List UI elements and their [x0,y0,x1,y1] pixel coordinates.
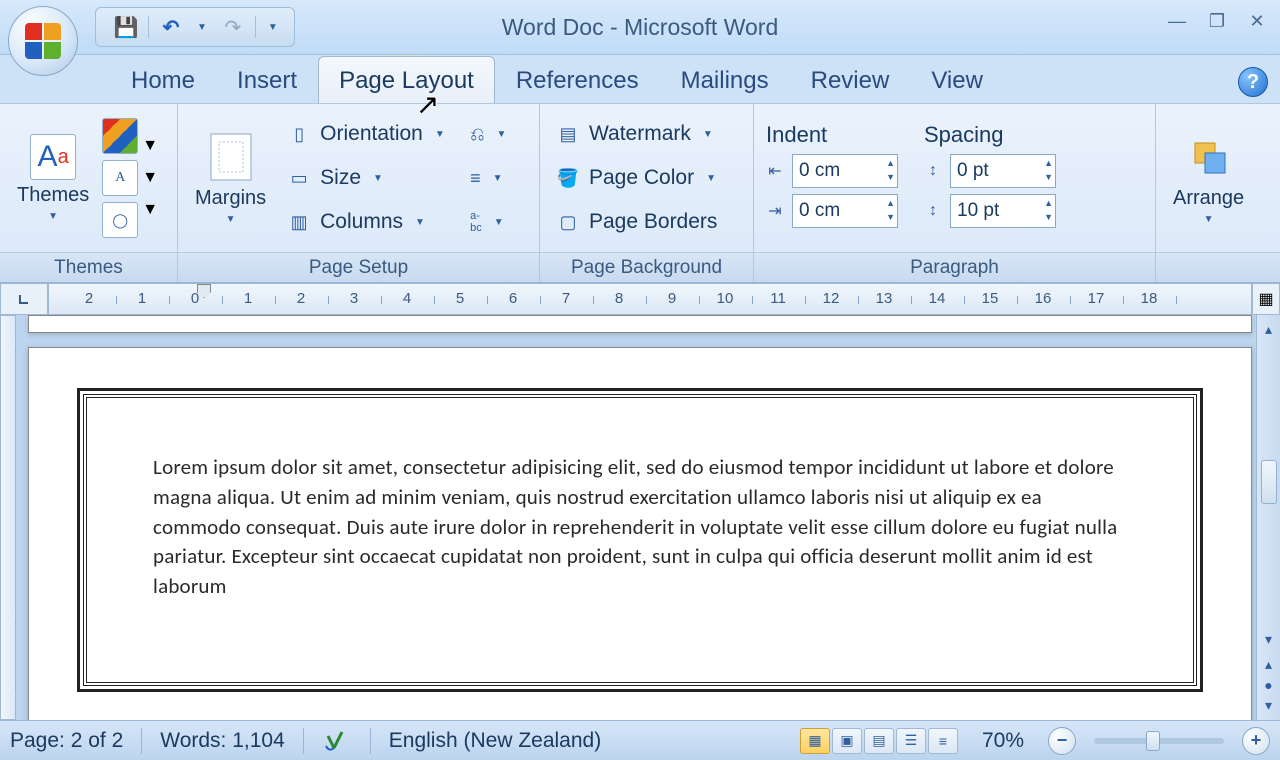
undo-button[interactable]: ↶ [157,13,185,41]
ruler-vertical[interactable]: 21123 [0,315,16,720]
theme-colors-dropdown[interactable]: ▼ [142,137,158,155]
view-ruler-toggle[interactable]: ▦ [1252,283,1280,315]
next-page-icon[interactable]: ▾ [1265,697,1272,714]
status-language[interactable]: English (New Zealand) [389,729,601,753]
indent-left-input[interactable]: 0 cm▲▼ [792,154,898,188]
zoom-slider[interactable] [1094,738,1224,744]
theme-effects-dropdown[interactable]: ▼ [142,201,158,219]
orientation-icon: ▯ [286,121,312,147]
status-spellcheck-icon[interactable] [322,728,352,754]
window-title: Word Doc - Microsoft Word [502,14,778,41]
breaks-icon: ⎌ [470,121,484,147]
margins-icon [205,131,257,183]
view-web-layout[interactable]: ▤ [864,728,894,754]
group-themes-label: Themes [0,252,177,282]
zoom-percent[interactable]: 70% [982,729,1024,753]
indent-heading: Indent [762,122,898,148]
indent-right-icon: ⇥ [762,200,788,222]
group-arrange-label [1156,252,1280,282]
save-button[interactable]: 💾 [112,13,140,41]
tab-references[interactable]: References [495,56,660,103]
zoom-in-button[interactable]: + [1242,727,1270,755]
document-page[interactable]: Lorem ipsum dolor sit amet, consectetur … [28,347,1252,720]
vertical-scrollbar[interactable]: ▴ ▾ ▴ ● ▾ [1256,315,1280,720]
watermark-icon: ▤ [555,121,581,147]
hyphenation-icon: a-bc [470,209,482,235]
group-paragraph-label: Paragraph [754,252,1155,282]
office-logo-icon [25,23,61,59]
group-pagesetup-label: Page Setup [178,252,539,282]
tab-view[interactable]: View [910,56,1004,103]
qat-customize[interactable]: ▼ [264,18,282,37]
view-full-screen[interactable]: ▣ [832,728,862,754]
size-button[interactable]: ▭Size▼ [279,159,459,197]
themes-icon: Aa [30,134,76,180]
arrange-label: Arrange [1173,187,1244,210]
status-page[interactable]: Page: 2 of 2 [10,729,123,753]
tab-mailings[interactable]: Mailings [660,56,790,103]
tab-selector[interactable] [0,283,48,315]
help-button[interactable]: ? [1238,67,1268,97]
redo-button[interactable]: ↷ [219,13,247,41]
indent-left-icon: ⇤ [762,160,788,182]
page-borders-icon: ▢ [555,209,581,235]
tab-insert[interactable]: Insert [216,56,318,103]
document-body-text[interactable]: Lorem ipsum dolor sit amet, consectetur … [153,453,1127,602]
size-icon: ▭ [286,165,312,191]
quick-access-toolbar: 💾 ↶ ▼ ↷ ▼ [95,7,295,47]
arrange-button[interactable]: Arrange ▼ [1164,113,1253,243]
themes-button[interactable]: Aa Themes ▼ [8,113,98,243]
zoom-slider-thumb[interactable] [1146,731,1160,751]
status-words[interactable]: Words: 1,104 [160,729,285,753]
breaks-button[interactable]: ⎌▼ [463,115,507,153]
close-button[interactable]: ✕ [1244,10,1270,32]
scroll-up-icon[interactable]: ▴ [1265,321,1272,338]
undo-dropdown[interactable]: ▼ [193,18,211,37]
zoom-out-button[interactable]: − [1048,727,1076,755]
view-print-layout[interactable]: ▦ [800,728,830,754]
theme-fonts-button[interactable]: A [102,160,138,196]
view-draft[interactable]: ≡ [928,728,958,754]
line-numbers-button[interactable]: ≡▼ [463,159,507,197]
indent-right-input[interactable]: 0 cm▲▼ [792,194,898,228]
tab-page-layout[interactable]: Page Layout [318,56,495,103]
scroll-thumb[interactable] [1261,460,1277,504]
margins-label: Margins [195,187,266,210]
document-scroll[interactable]: Lorem ipsum dolor sit amet, consectetur … [16,315,1280,720]
line-numbers-icon: ≡ [470,165,481,191]
hyphenation-button[interactable]: a-bc▼ [463,203,507,241]
columns-icon: ▥ [286,209,312,235]
page-color-button[interactable]: 🪣Page Color▼ [548,159,745,197]
arrange-icon [1183,131,1235,183]
tab-home[interactable]: Home [110,56,216,103]
minimize-button[interactable]: — [1164,10,1190,32]
space-before-icon: ↕ [920,160,946,182]
watermark-button[interactable]: ▤Watermark▼ [548,115,745,153]
theme-colors-button[interactable] [102,118,138,154]
columns-button[interactable]: ▥Columns▼ [279,203,459,241]
theme-effects-button[interactable]: ◯ [102,202,138,238]
browse-object-icon[interactable]: ● [1264,677,1272,693]
restore-button[interactable]: ❐ [1204,10,1230,32]
space-after-input[interactable]: 10 pt▲▼ [950,194,1056,228]
page-prev-strip [28,315,1252,333]
ruler-horizontal[interactable]: 210123456789101112131415161718 [48,283,1252,315]
space-before-input[interactable]: 0 pt▲▼ [950,154,1056,188]
page-color-icon: 🪣 [555,165,581,191]
group-pagebg-label: Page Background [540,252,753,282]
space-after-icon: ↕ [920,200,946,222]
scroll-down-icon[interactable]: ▾ [1265,631,1272,648]
themes-label: Themes [17,184,89,207]
office-button[interactable] [8,6,78,76]
prev-page-icon[interactable]: ▴ [1265,656,1272,673]
view-outline[interactable]: ☰ [896,728,926,754]
orientation-button[interactable]: ▯Orientation▼ [279,115,459,153]
margins-button[interactable]: Margins ▼ [186,113,275,243]
spacing-heading: Spacing [920,122,1056,148]
page-borders-button[interactable]: ▢Page Borders [548,203,745,241]
theme-fonts-dropdown[interactable]: ▼ [142,169,158,187]
tab-review[interactable]: Review [790,56,911,103]
